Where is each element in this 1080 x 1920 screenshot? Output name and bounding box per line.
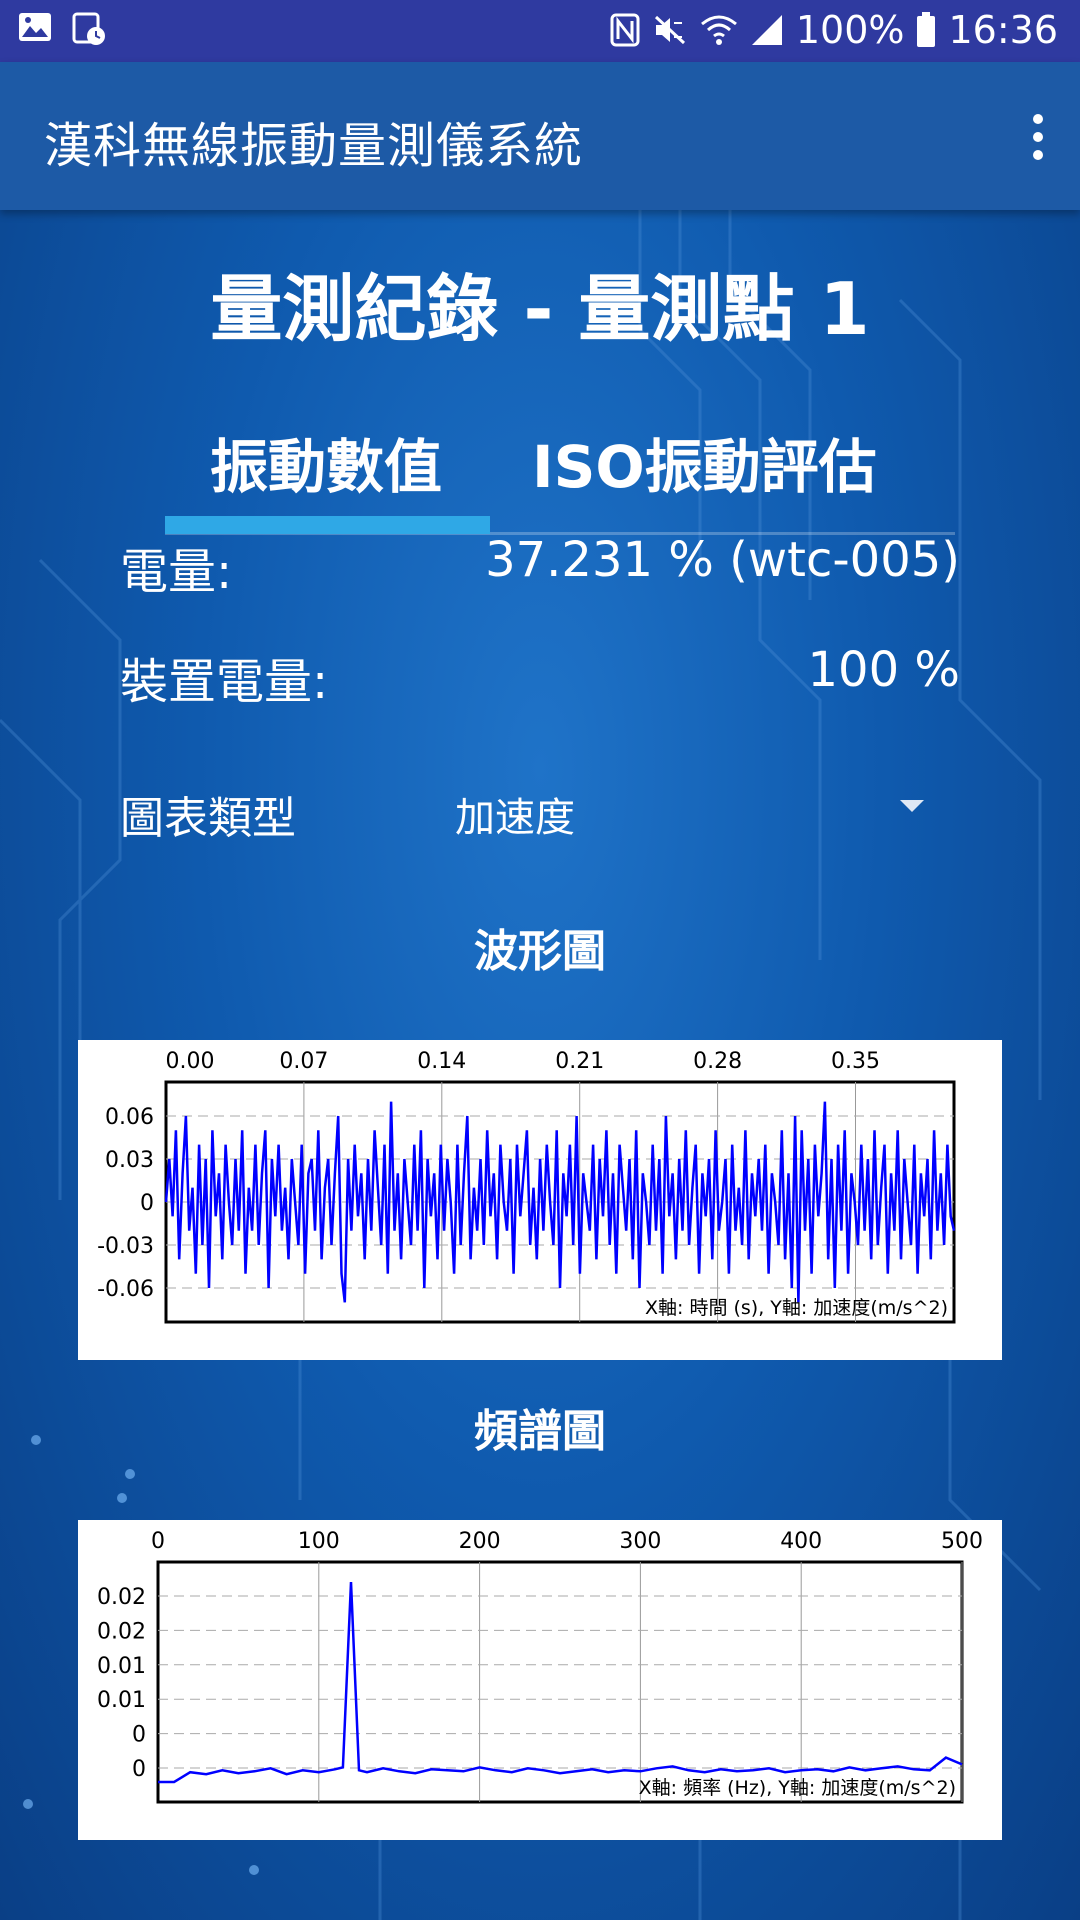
waveform-x-tick-label: 0.21 <box>555 1049 604 1074</box>
spectrum-y-tick-label: 0.02 <box>97 1619 146 1644</box>
image-icon <box>19 13 51 41</box>
waveform-x-tick-label: 0.00 <box>166 1049 215 1074</box>
waveform-y-tick-label: 0.06 <box>105 1105 154 1130</box>
waveform-y-tick-label: -0.06 <box>97 1277 154 1302</box>
clock: 16:36 <box>948 8 1058 52</box>
spectrum-plot: 0 100 200 300 400 500 0.02 0.02 0.01 0.01 0 0 X軸: 頻率… <box>97 1529 983 1804</box>
power-label: 電量: <box>120 544 233 600</box>
spectrum-chart: 0 100 200 300 400 500 0.02 0.02 0.01 0.01 0 0 X軸: 頻率… <box>78 1520 1002 1840</box>
spectrum-x-tick-label: 100 <box>298 1529 340 1554</box>
tab-iso-evaluation[interactable]: ISO振動評估 <box>532 420 877 504</box>
waveform-x-tick-label: 0.14 <box>417 1049 466 1074</box>
waveform-y-tick-label: -0.03 <box>97 1234 154 1259</box>
more-vert-icon[interactable] <box>1028 114 1048 164</box>
waveform-y-tick-label: 0 <box>140 1191 154 1216</box>
device-power-label: 裝置電量: <box>120 654 329 710</box>
spectrum-y-tick-label: 0 <box>132 1757 146 1782</box>
dropdown-arrow-icon[interactable] <box>900 800 924 812</box>
page-title: 量測紀錄 - 量測點 1 <box>210 267 870 351</box>
waveform-x-tick-label: 0.07 <box>279 1049 328 1074</box>
spectrum-title: 頻譜圖 <box>474 1406 606 1457</box>
waveform-x-tick-label: 0.35 <box>831 1049 880 1074</box>
tab-vibration-values[interactable]: 振動數值 <box>210 420 442 504</box>
app-title: 漢科無線振動量測儀系統 <box>44 118 584 174</box>
spectrum-y-tick-label: 0.01 <box>97 1688 146 1713</box>
mute-icon <box>654 15 685 45</box>
wifi-icon <box>700 15 737 45</box>
spectrum-y-tick-label: 0.01 <box>97 1654 146 1679</box>
app-bar: 漢科無線振動量測儀系統 <box>0 62 1080 210</box>
spectrum-y-tick-label: 0.02 <box>97 1585 146 1610</box>
signal-icon <box>751 15 782 45</box>
device-power-value: 100 % <box>807 642 960 698</box>
spectrum-x-tick-label: 400 <box>780 1529 822 1554</box>
battery-percent: 100% <box>795 8 905 52</box>
spectrum-axis-annotation: X軸: 頻率 (Hz), Y軸: 加速度(m/s^2) <box>639 1777 956 1799</box>
chart-type-label: 圖表類型 <box>120 793 296 844</box>
waveform-chart: 0.00 0.07 0.14 0.21 0.28 0.35 0.06 0.03 0 -0.03 -0… <box>78 1040 1002 1360</box>
status-bar: 100% 16:36 <box>0 0 1080 62</box>
waveform-y-tick-label: 0.03 <box>105 1148 154 1173</box>
spectrum-plot-area <box>156 1560 964 1804</box>
spectrum-x-tick-label: 300 <box>619 1529 661 1554</box>
waveform-x-tick-label: 0.28 <box>693 1049 742 1074</box>
nfc-icon <box>610 13 640 47</box>
waveform-plot: 0.00 0.07 0.14 0.21 0.28 0.35 0.06 0.03 0 -0.03 -0… <box>97 1049 956 1324</box>
waveform-axis-annotation: X軸: 時間 (s), Y軸: 加速度(m/s^2) <box>645 1297 948 1319</box>
power-value: 37.231 % (wtc-005) <box>485 532 960 588</box>
chart-type-select[interactable]: 加速度 <box>455 785 575 843</box>
spectrum-x-tick-label: 0 <box>151 1529 165 1554</box>
spectrum-x-tick-label: 200 <box>459 1529 501 1554</box>
spectrum-y-tick-label: 0 <box>132 1723 146 1748</box>
battery-icon <box>917 12 936 47</box>
calendar-clock-icon <box>72 12 105 45</box>
waveform-title: 波形圖 <box>474 926 606 977</box>
spectrum-x-tick-label: 500 <box>941 1529 983 1554</box>
